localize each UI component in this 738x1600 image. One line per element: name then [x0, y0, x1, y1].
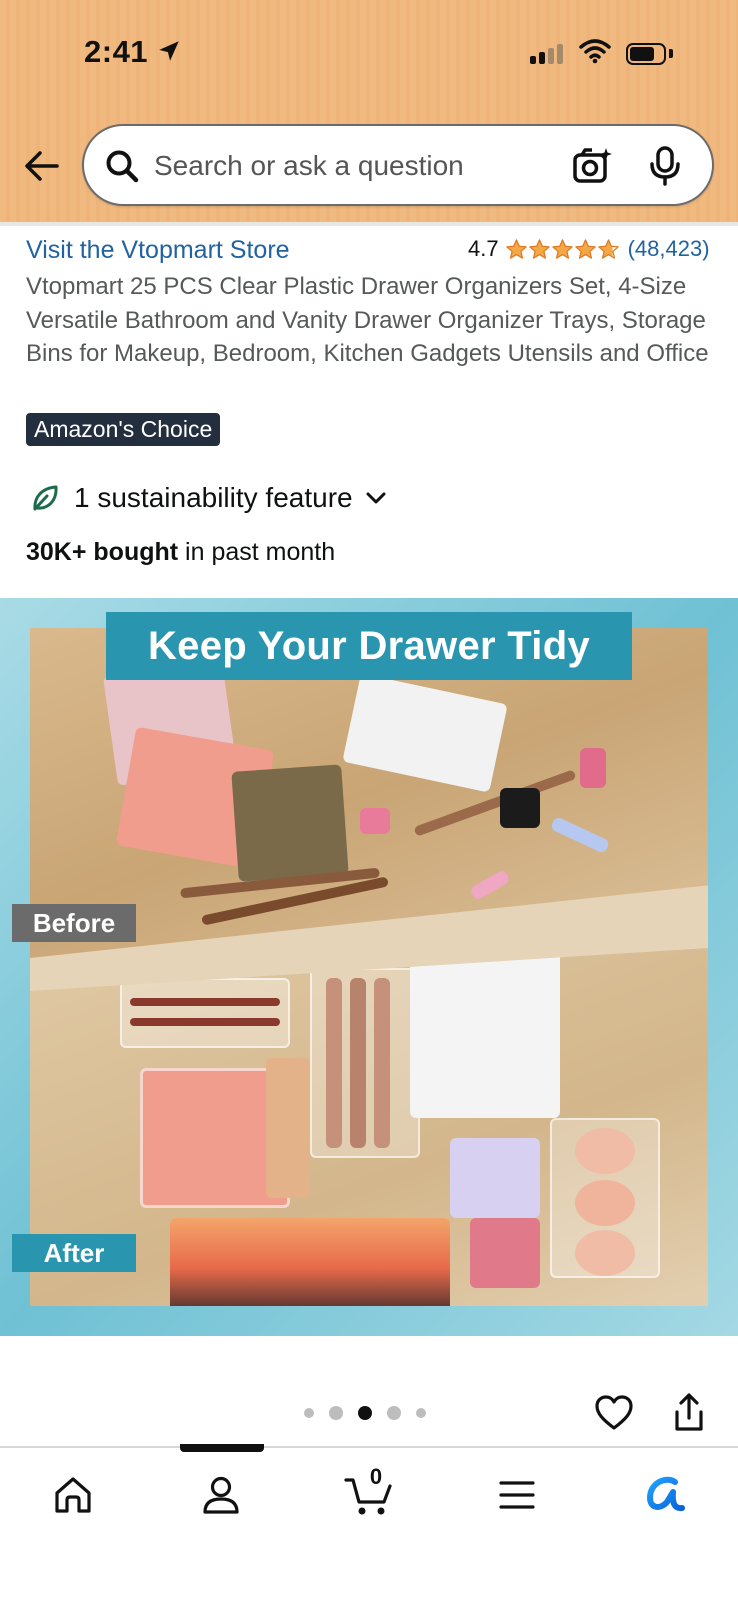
rating-value: 4.7 [468, 236, 499, 261]
chevron-down-icon [366, 492, 386, 504]
header-divider [0, 222, 738, 226]
camera-icon[interactable] [572, 146, 614, 186]
rufus-icon [647, 1476, 685, 1512]
store-link[interactable]: Visit the Vtopmart Store [26, 236, 290, 265]
star-full-icon [528, 238, 550, 259]
leaf-icon [33, 485, 58, 511]
nav-rufus[interactable] [640, 1470, 690, 1520]
menu-icon [499, 1481, 535, 1509]
search-input[interactable] [154, 146, 544, 186]
star-full-icon [551, 238, 573, 259]
home-icon [55, 1477, 91, 1513]
battery-icon [626, 43, 666, 65]
bought-in-past-month: 30K+ bought in past month [26, 538, 335, 567]
cellular-signal-icon [530, 44, 563, 64]
after-label: After [12, 1234, 136, 1272]
nav-menu[interactable] [492, 1470, 542, 1520]
product-image[interactable]: Keep Your Drawer Tidy Before After [0, 598, 738, 1336]
account-icon [203, 1476, 239, 1514]
carousel-dot-active [358, 1406, 372, 1420]
microphone-icon[interactable] [648, 146, 682, 186]
bought-suffix: in past month [178, 538, 336, 566]
carousel-dot [416, 1408, 426, 1418]
rating-summary[interactable]: 4.7 (48,423) [468, 236, 710, 262]
drawer-photo [30, 628, 708, 1306]
carousel-dot [387, 1406, 401, 1420]
star-full-icon [574, 238, 596, 259]
heart-icon[interactable] [594, 1394, 634, 1432]
sustainability-label: 1 sustainability feature [74, 482, 353, 513]
cart-count: 0 [369, 1464, 383, 1489]
sustainability-feature[interactable]: 1 sustainability feature [30, 482, 389, 514]
before-label: Before [12, 904, 136, 942]
location-arrow-icon [159, 41, 179, 61]
back-arrow-icon[interactable] [22, 146, 62, 186]
wifi-icon [579, 39, 611, 64]
battery-nub [669, 49, 673, 58]
share-icon[interactable] [672, 1392, 706, 1432]
product-title: Vtopmart 25 PCS Clear Plastic Drawer Org… [26, 273, 709, 367]
amazons-choice-badge: Amazon's Choice [26, 413, 221, 446]
bought-count: 30K+ bought [26, 538, 179, 566]
rating-count[interactable]: (48,423) [628, 236, 710, 262]
carousel-dot [304, 1408, 314, 1418]
nav-active-indicator [180, 1444, 264, 1452]
search-icon [106, 150, 139, 183]
nav-home[interactable] [48, 1470, 98, 1520]
status-time: 2:41 [84, 34, 149, 69]
carousel-dot [329, 1406, 343, 1420]
star-half-icon [597, 238, 619, 259]
nav-account[interactable] [196, 1470, 246, 1520]
header: 2:41 [0, 0, 738, 222]
image-banner: Keep Your Drawer Tidy [106, 612, 632, 680]
carousel-dots [304, 1406, 426, 1420]
rating-stars [505, 238, 620, 261]
search-bar[interactable] [82, 124, 714, 206]
star-full-icon [505, 238, 527, 259]
